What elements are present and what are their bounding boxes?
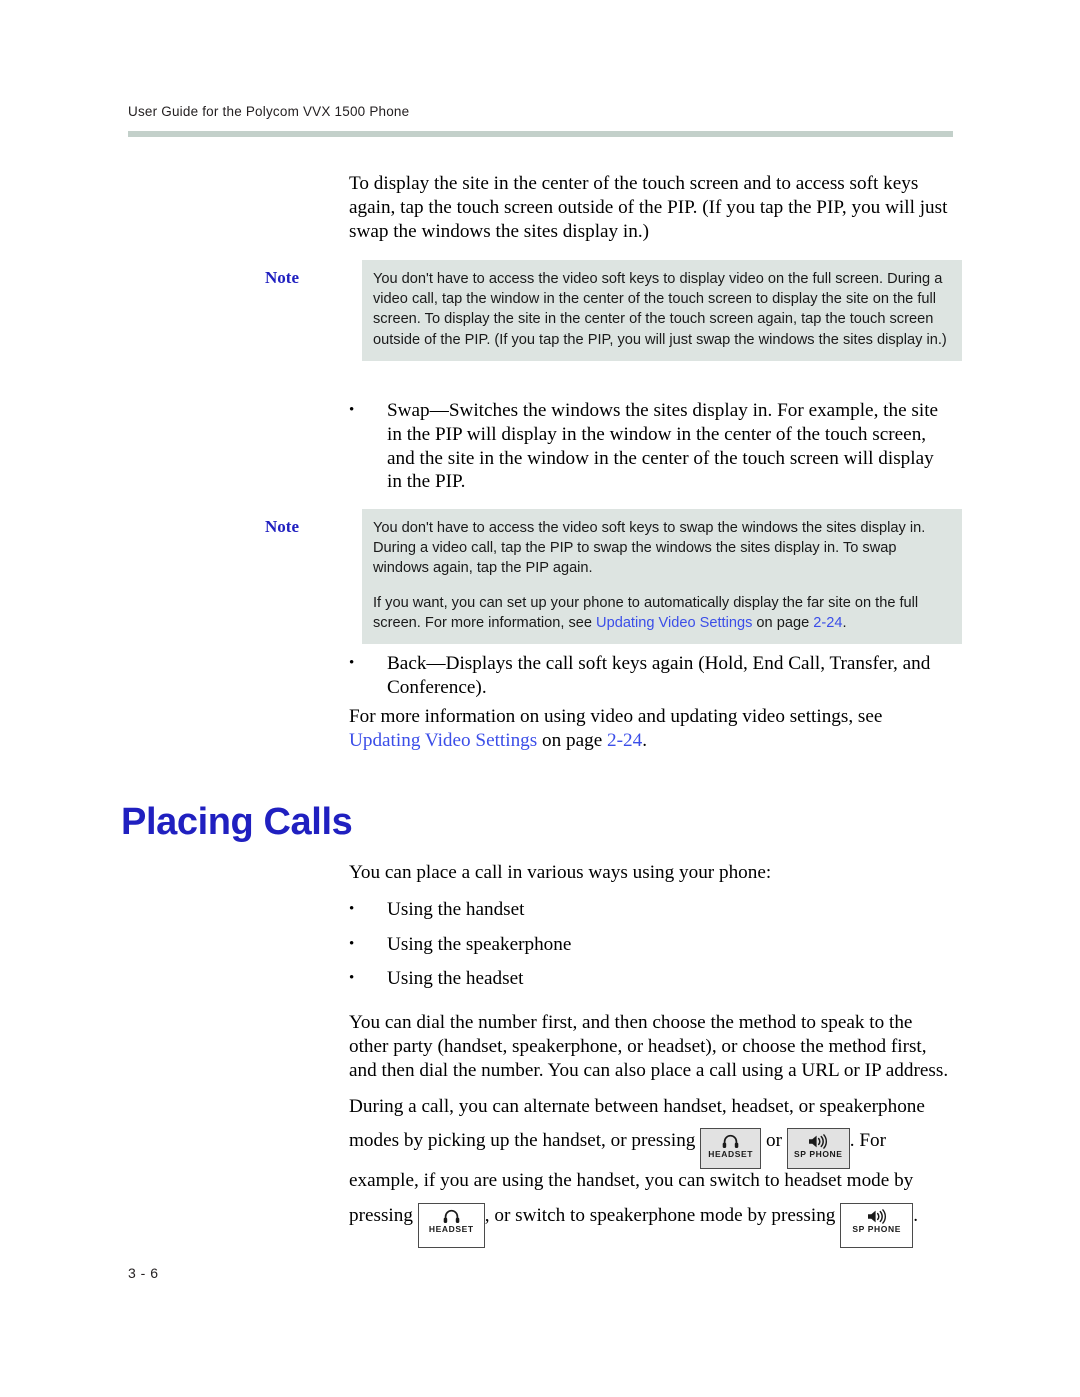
list-item-text: Using the headset	[387, 968, 524, 990]
swap-bullet-block: • Swap—Switches the windows the sites di…	[349, 399, 953, 494]
alternate-text-e: .	[913, 1205, 918, 1227]
headset-key-label: HEADSET	[708, 1149, 754, 1160]
link-updating-video-settings[interactable]: Updating Video Settings	[349, 730, 537, 751]
link-page-2-24[interactable]: 2-24	[813, 615, 842, 631]
lead-in-paragraph: You can place a call in various ways usi…	[349, 862, 772, 883]
list-item: • Using the handset	[349, 898, 953, 922]
alternate-text-d: , or switch to speakerphone mode by pres…	[484, 1205, 841, 1227]
page-title: Placing Calls	[121, 801, 353, 843]
page-number: 3 - 6	[128, 1265, 159, 1281]
bullet-marker-icon: •	[349, 402, 355, 418]
list-item-text: Swap—Switches the windows the sites disp…	[387, 400, 939, 493]
alternate-paragraph-line-one: During a call, you can alternate between…	[349, 1095, 925, 1117]
running-header: User Guide for the Polycom VVX 1500 Phon…	[128, 104, 410, 119]
more-info-middle: on page	[537, 729, 608, 751]
list-item: • Using the headset	[349, 967, 953, 991]
more-info-after: .	[642, 729, 648, 751]
alternate-text-b: . For	[849, 1130, 887, 1152]
list-item-text: Using the speakerphone	[387, 933, 572, 955]
more-info-block: For more information on using video and …	[349, 705, 953, 753]
list-item: • Swap—Switches the windows the sites di…	[349, 399, 953, 494]
alternate-text-a: modes by picking up the handset, or pres…	[349, 1130, 701, 1152]
sp-phone-key-label: SP PHONE	[793, 1149, 843, 1160]
bullet-marker-icon: •	[349, 900, 355, 917]
more-info-paragraph: For more information on using video and …	[349, 705, 953, 753]
alternate-paragraph-line-four: pressing HEADSET , or switch to speakerph…	[349, 1193, 953, 1249]
headset-icon	[419, 1207, 484, 1224]
alternate-paragraph-line-two: modes by picking up the handset, or pres…	[349, 1118, 953, 1170]
alternate-paragraph-line-three: example, if you are using the handset, y…	[349, 1170, 914, 1192]
headset-icon	[701, 1132, 760, 1149]
link-page-2-24[interactable]: 2-24	[607, 730, 642, 751]
sp-phone-key-button[interactable]: SP PHONE	[840, 1203, 914, 1249]
list-item-text: Back—Displays the call soft keys again (…	[387, 653, 931, 698]
link-updating-video-settings[interactable]: Updating Video Settings	[596, 615, 752, 631]
alternate-text-c: pressing	[349, 1205, 418, 1227]
headset-key-button[interactable]: HEADSET	[700, 1128, 762, 1170]
note-two-text-after: .	[842, 614, 847, 631]
note-one-text: You don't have to access the video soft …	[373, 271, 947, 348]
bullet-marker-icon: •	[349, 935, 355, 952]
headset-key-label: HEADSET	[428, 1224, 474, 1235]
speaker-icon	[841, 1207, 912, 1224]
note-label: Note	[265, 517, 299, 536]
list-item: • Using the speakerphone	[349, 933, 953, 957]
sp-phone-key-button[interactable]: SP PHONE	[786, 1128, 850, 1170]
sp-phone-key-label: SP PHONE	[852, 1224, 901, 1235]
placing-calls-body: You can place a call in various ways usi…	[349, 861, 953, 1249]
note-label: Note	[265, 268, 299, 287]
back-bullet-block: • Back—Displays the call soft keys again…	[349, 652, 953, 700]
alternate-text-or: or	[761, 1130, 787, 1152]
list-item-text: Using the handset	[387, 898, 525, 920]
note-two-paragraph-one: You don't have to access the video soft …	[373, 520, 926, 577]
bullet-marker-icon: •	[349, 655, 355, 671]
intro-paragraph: To display the site in the center of the…	[349, 173, 948, 242]
list-item: • Back—Displays the call soft keys again…	[349, 652, 953, 700]
note-body: You don't have to access the video soft …	[362, 260, 962, 361]
document-page: User Guide for the Polycom VVX 1500 Phon…	[0, 0, 1080, 1397]
more-info-before: For more information on using video and …	[349, 706, 883, 727]
note-two-paragraph-two: If you want, you can set up your phone t…	[373, 593, 950, 633]
headset-key-button[interactable]: HEADSET	[417, 1203, 485, 1249]
dial-paragraph: You can dial the number first, and then …	[349, 1012, 949, 1081]
speaker-icon	[788, 1132, 849, 1149]
note-two-text-middle: on page	[752, 614, 814, 631]
header-rule	[128, 131, 953, 137]
bullet-marker-icon: •	[349, 970, 355, 987]
note-body: You don't have to access the video soft …	[362, 509, 962, 645]
intro-paragraph-block: To display the site in the center of the…	[349, 172, 953, 243]
